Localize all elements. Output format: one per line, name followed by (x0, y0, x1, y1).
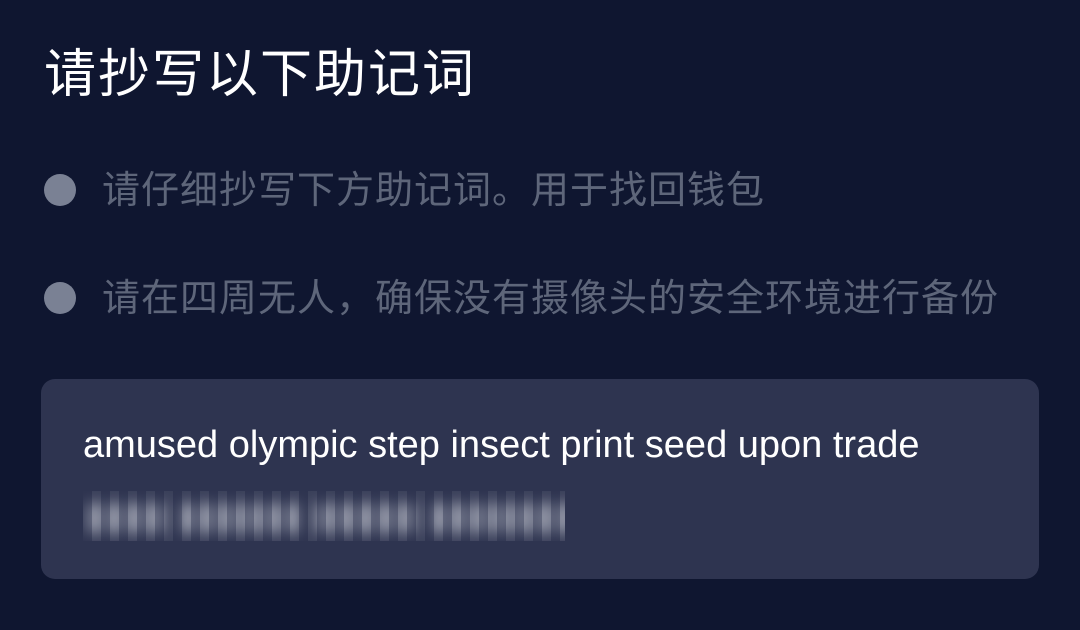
page-title: 请抄写以下助记词 (44, 45, 477, 105)
tip-text: 请在四周无人，确保没有摄像头的安全环境进行备份 (102, 276, 1000, 320)
tip-item: 请仔细抄写下方助记词。用于找回钱包 (44, 166, 765, 214)
backup-mnemonic-screen: 请抄写以下助记词 请仔细抄写下方助记词。用于找回钱包 请在四周无人，确保没有摄像… (0, 0, 1080, 630)
mnemonic-card: amused olympic step insect print seed up… (41, 379, 1039, 579)
mnemonic-words-line-2-redacted: ▮▮▮▮ ▮▮▮▮▮▮ ▮▮▮▮▮ ▮▮▮▮▮▮▮ (83, 491, 565, 541)
bullet-icon (44, 174, 76, 206)
pixelation-overlay (83, 491, 565, 541)
tip-text: 请仔细抄写下方助记词。用于找回钱包 (102, 168, 766, 212)
tip-item: 请在四周无人，确保没有摄像头的安全环境进行备份 (44, 274, 999, 322)
mnemonic-words-line-1: amused olympic step insect print seed up… (83, 424, 920, 466)
bullet-icon (44, 282, 76, 314)
